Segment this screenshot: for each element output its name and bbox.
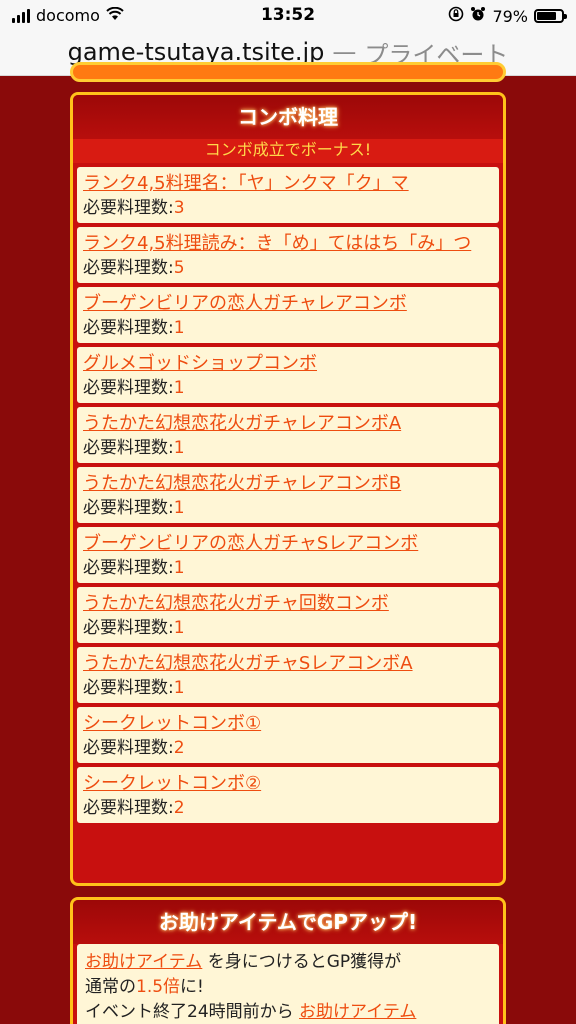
requirement-label: 必要料理数: [83, 558, 174, 578]
combo-item-requirement: 必要料理数:1 [83, 316, 493, 340]
combo-item-requirement: 必要料理数:2 [83, 736, 493, 760]
status-bar: docomo 13:52 79% [0, 0, 576, 30]
status-right: 79% [448, 6, 567, 26]
requirement-count: 1 [173, 318, 185, 338]
combo-item-link[interactable]: うたかた幻想恋花火ガチャレアコンボA [83, 413, 401, 434]
combo-item-title: うたかた幻想恋花火ガチャレアコンボA [83, 411, 493, 436]
requirement-label: 必要料理数: [83, 198, 174, 218]
requirement-count: 1 [173, 618, 185, 638]
combo-item-requirement: 必要料理数:1 [83, 376, 493, 400]
combo-item-requirement: 必要料理数:1 [83, 436, 493, 460]
combo-item-link[interactable]: ランク4,5料理読み：き「め」てははち「み」つ [83, 233, 471, 254]
combo-list: ランク4,5料理名：「ヤ」ンクマ「ク」マ 必要料理数:3 ランク4,5料理読み：き「… [77, 167, 499, 823]
requirement-label: 必要料理数: [83, 738, 174, 758]
combo-subtitle: コンボ成立でボーナス! [73, 139, 503, 163]
requirement-count: 1 [173, 678, 185, 698]
combo-item: うたかた幻想恋花火ガチャレアコンボA 必要料理数:1 [77, 407, 499, 463]
combo-item-link[interactable]: うたかた幻想恋花火ガチャレアコンボB [83, 473, 401, 494]
requirement-label: 必要料理数: [83, 378, 174, 398]
requirement-count: 3 [173, 198, 185, 218]
assist-line-2-text-a: 通常の [85, 977, 136, 997]
assist-line-3-text: イベント終了24時間前から [85, 1002, 294, 1022]
combo-item: ブーゲンビリアの恋人ガチャSレアコンボ 必要料理数:1 [77, 527, 499, 583]
rotation-lock-icon [448, 6, 464, 26]
combo-item-link[interactable]: ブーゲンビリアの恋人ガチャレアコンボ [83, 293, 407, 314]
combo-item-title: シークレットコンボ② [83, 771, 493, 796]
assist-item-link[interactable]: お助けアイテム [85, 952, 202, 972]
combo-item-requirement: 必要料理数:1 [83, 496, 493, 520]
battery-icon [534, 9, 567, 23]
combo-item-title: ランク4,5料理読み：き「め」てははち「み」つ [83, 231, 493, 256]
requirement-label: 必要料理数: [83, 258, 174, 278]
requirement-label: 必要料理数: [83, 498, 174, 518]
requirement-count: 1 [173, 558, 185, 578]
combo-item-requirement: 必要料理数:3 [83, 196, 493, 220]
combo-item: シークレットコンボ② 必要料理数:2 [77, 767, 499, 823]
assist-panel: お助けアイテムでGPアップ! お助けアイテム を身につけるとGP獲得が 通常の1… [70, 897, 506, 1024]
requirement-count: 1 [173, 378, 185, 398]
page-content: コンボ料理 コンボ成立でボーナス! ランク4,5料理名：「ヤ」ンクマ「ク」マ 必要… [0, 62, 576, 1024]
requirement-count: 5 [173, 258, 185, 278]
combo-item-link[interactable]: うたかた幻想恋花火ガチャ回数コンボ [83, 593, 389, 614]
combo-item-link[interactable]: シークレットコンボ① [83, 713, 261, 734]
combo-item: ランク4,5料理名：「ヤ」ンクマ「ク」マ 必要料理数:3 [77, 167, 499, 223]
combo-item-requirement: 必要料理数:1 [83, 676, 493, 700]
combo-item-link[interactable]: シークレットコンボ② [83, 773, 261, 794]
combo-title: コンボ料理 [73, 95, 503, 139]
battery-percent: 79% [492, 6, 528, 26]
assist-line-2: 通常の1.5倍に! [85, 975, 491, 1000]
combo-item-title: うたかた幻想恋花火ガチャ回数コンボ [83, 591, 493, 616]
combo-item-requirement: 必要料理数:1 [83, 616, 493, 640]
combo-item-requirement: 必要料理数:2 [83, 796, 493, 820]
combo-item: ランク4,5料理読み：き「め」てははち「み」つ 必要料理数:5 [77, 227, 499, 283]
combo-item-title: ランク4,5料理名：「ヤ」ンクマ「ク」マ [83, 171, 493, 196]
combo-item: グルメゴッドショップコンボ 必要料理数:1 [77, 347, 499, 403]
requirement-count: 1 [173, 438, 185, 458]
combo-panel: コンボ料理 コンボ成立でボーナス! ランク4,5料理名：「ヤ」ンクマ「ク」マ 必要… [70, 92, 506, 886]
assist-title: お助けアイテムでGPアップ! [73, 900, 503, 944]
alarm-icon [470, 6, 486, 26]
assist-body: お助けアイテム を身につけるとGP獲得が 通常の1.5倍に! イベント終了24時… [77, 944, 499, 1024]
combo-item-title: うたかた幻想恋花火ガチャレアコンボB [83, 471, 493, 496]
combo-item-link[interactable]: グルメゴッドショップコンボ [83, 353, 317, 374]
requirement-label: 必要料理数: [83, 798, 174, 818]
combo-item-link[interactable]: うたかた幻想恋花火ガチャSレアコンボA [83, 653, 413, 674]
requirement-label: 必要料理数: [83, 618, 174, 638]
requirement-label: 必要料理数: [83, 678, 174, 698]
requirement-label: 必要料理数: [83, 318, 174, 338]
assist-multiplier: 1.5倍 [136, 977, 181, 997]
combo-item-title: うたかた幻想恋花火ガチャSレアコンボA [83, 651, 493, 676]
combo-item-requirement: 必要料理数:1 [83, 556, 493, 580]
combo-item: シークレットコンボ① 必要料理数:2 [77, 707, 499, 763]
assist-line-2-text-b: に! [180, 977, 204, 997]
combo-item-title: シークレットコンボ① [83, 711, 493, 736]
combo-item-requirement: 必要料理数:5 [83, 256, 493, 280]
combo-item: うたかた幻想恋花火ガチャレアコンボB 必要料理数:1 [77, 467, 499, 523]
assist-line-1: お助けアイテム を身につけるとGP獲得が [85, 950, 491, 975]
assist-line-3: イベント終了24時間前から お助けアイテム [85, 1000, 491, 1024]
assist-item-link-2[interactable]: お助けアイテム [299, 1002, 416, 1022]
requirement-label: 必要料理数: [83, 438, 174, 458]
combo-item-link[interactable]: ブーゲンビリアの恋人ガチャSレアコンボ [83, 533, 418, 554]
previous-panel-bottom [70, 62, 506, 82]
combo-item-title: ブーゲンビリアの恋人ガチャレアコンボ [83, 291, 493, 316]
combo-item-link[interactable]: ランク4,5料理名：「ヤ」ンクマ「ク」マ [83, 173, 409, 194]
combo-item: ブーゲンビリアの恋人ガチャレアコンボ 必要料理数:1 [77, 287, 499, 343]
combo-item: うたかた幻想恋花火ガチャ回数コンボ 必要料理数:1 [77, 587, 499, 643]
requirement-count: 1 [173, 498, 185, 518]
requirement-count: 2 [173, 798, 185, 818]
combo-item-title: ブーゲンビリアの恋人ガチャSレアコンボ [83, 531, 493, 556]
combo-item-title: グルメゴッドショップコンボ [83, 351, 493, 376]
requirement-count: 2 [173, 738, 185, 758]
assist-line-1-text: を身につけるとGP獲得が [207, 952, 402, 972]
combo-item: うたかた幻想恋花火ガチャSレアコンボA 必要料理数:1 [77, 647, 499, 703]
